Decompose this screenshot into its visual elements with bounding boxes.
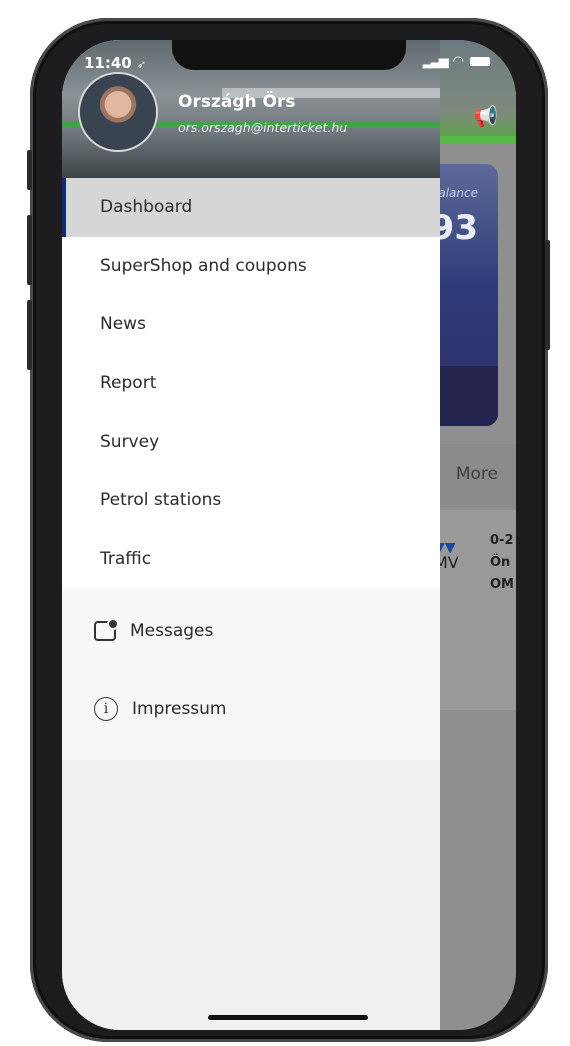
megaphone-icon[interactable]: 📢 <box>473 104 498 128</box>
home-indicator[interactable] <box>208 1015 368 1020</box>
menu-secondary: Messages i Impressum <box>62 588 440 761</box>
volume-up-button <box>27 215 32 285</box>
mute-switch <box>27 150 32 190</box>
menu-item-supershop[interactable]: SuperShop and coupons <box>62 237 440 296</box>
menu-item-label: Messages <box>130 621 214 642</box>
status-time: 11:40 ➶ <box>84 54 147 72</box>
menu-item-report[interactable]: Report <box>62 354 440 413</box>
menu-item-impressum[interactable]: i Impressum <box>62 670 440 748</box>
bg-list-item-text: 0-2 Ön OM <box>490 533 514 592</box>
power-button <box>545 240 550 350</box>
balance-label: alance <box>438 186 478 200</box>
user-email: ors.orszagh@interticket.hu <box>178 120 348 135</box>
menu-item-messages[interactable]: Messages <box>62 592 440 670</box>
signal-icon: ▂▃▅ <box>422 54 449 69</box>
info-icon: i <box>94 697 118 722</box>
phone-screen: 📢 alance 93 More ▼▼ MV 0-2 Ön OM 11:40 ➶… <box>62 40 516 1030</box>
menu-item-petrol-stations[interactable]: Petrol stations <box>62 471 440 530</box>
notch <box>172 40 406 70</box>
wifi-icon: ◠ <box>452 54 464 69</box>
menu-item-label: Impressum <box>132 699 227 720</box>
volume-down-button <box>27 300 32 370</box>
navigation-drawer: Országh Örs ors.orszagh@interticket.hu D… <box>62 40 440 1030</box>
drawer-menu: Dashboard SuperShop and coupons News Rep… <box>62 178 440 761</box>
message-icon <box>94 618 119 642</box>
avatar[interactable] <box>80 74 156 150</box>
menu-item-dashboard[interactable]: Dashboard <box>62 178 440 237</box>
tab-more[interactable]: More <box>456 464 498 484</box>
user-name: Országh Örs <box>178 92 296 112</box>
battery-icon <box>470 57 490 66</box>
menu-item-traffic[interactable]: Traffic <box>62 530 440 589</box>
menu-primary: Dashboard SuperShop and coupons News Rep… <box>62 178 440 589</box>
location-icon: ➶ <box>136 58 147 71</box>
menu-item-news[interactable]: News <box>62 295 440 354</box>
menu-item-survey[interactable]: Survey <box>62 412 440 471</box>
status-icons: ▂▃▅ ◠ <box>423 54 490 69</box>
